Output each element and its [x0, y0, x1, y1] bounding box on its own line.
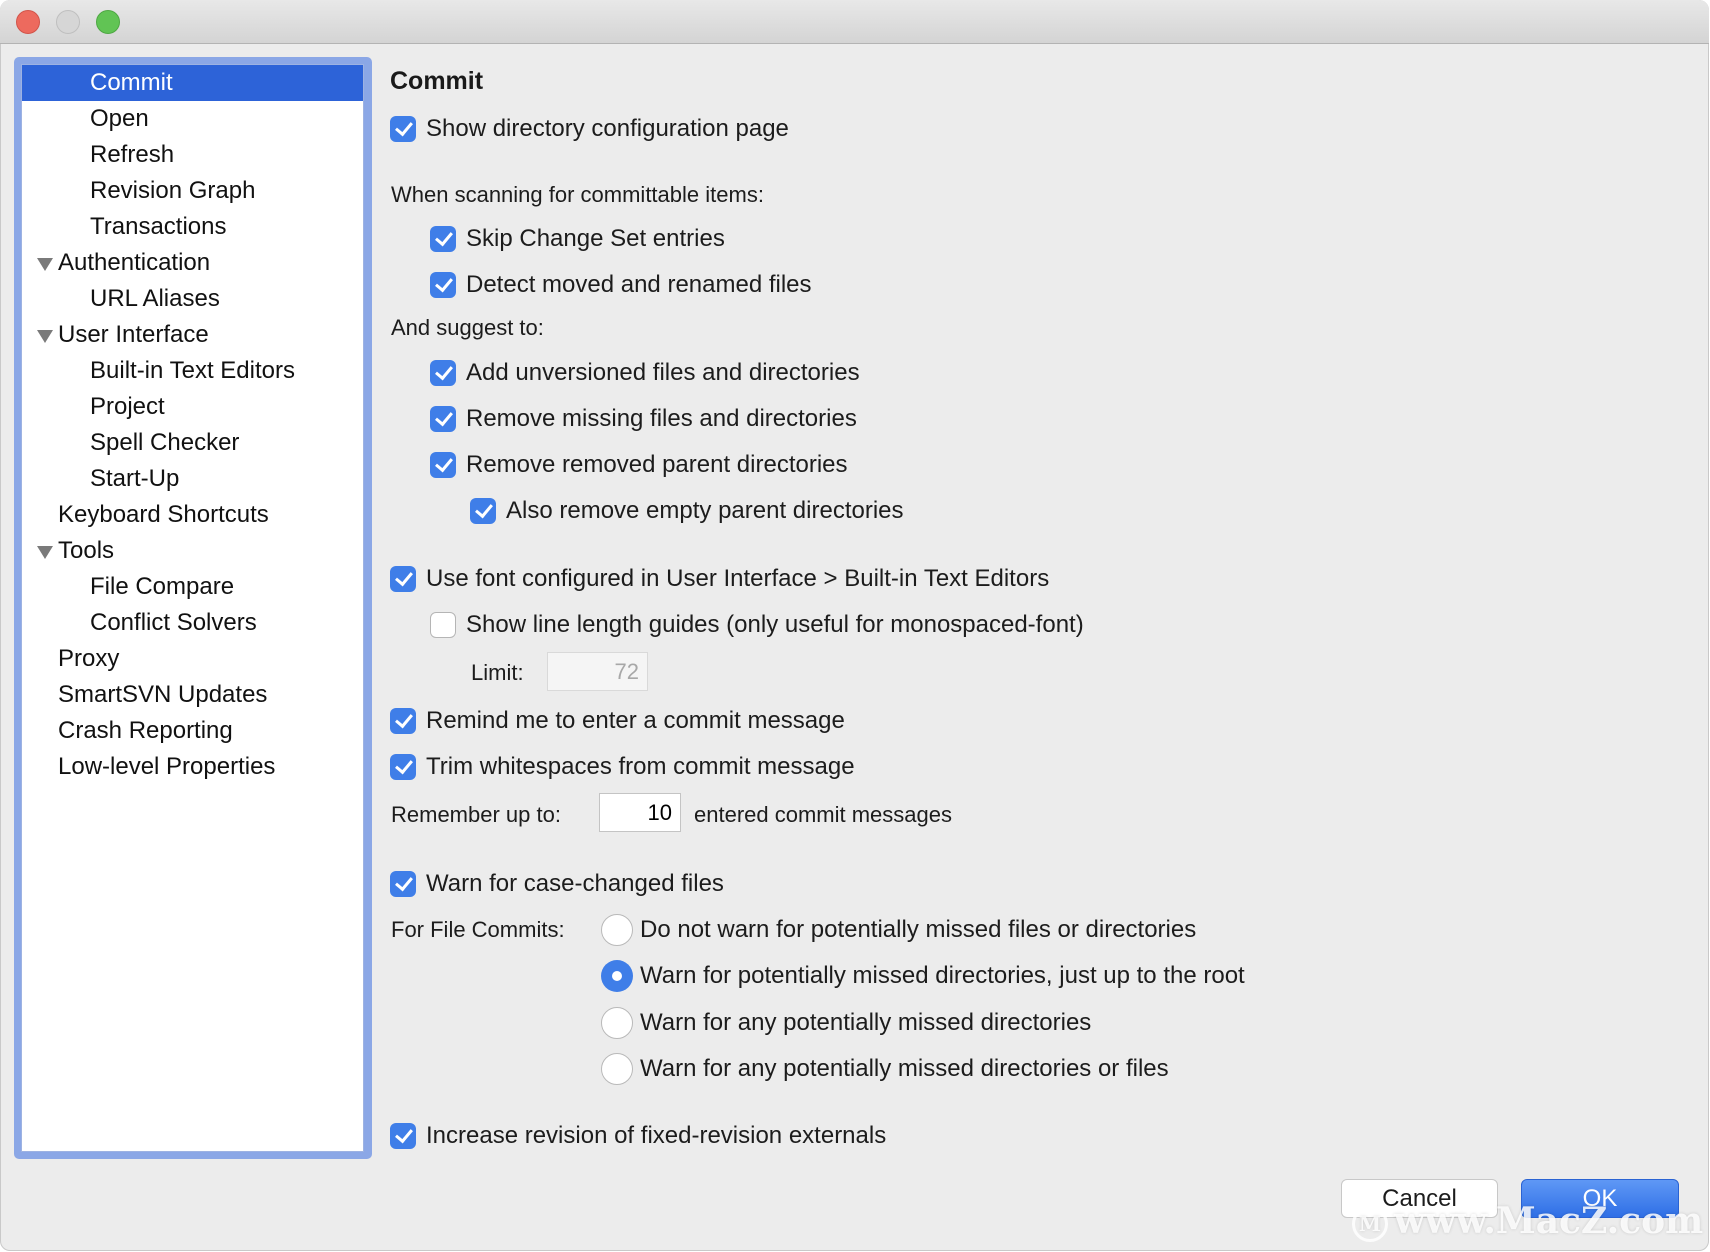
checkbox-label: Remove removed parent directories [466, 451, 848, 478]
checkbox-label: Trim whitespaces from commit message [426, 753, 855, 780]
checkbox-icon[interactable] [430, 272, 456, 298]
checkbox-label: Increase revision of fixed-revision exte… [426, 1122, 887, 1149]
checkbox-icon[interactable] [390, 116, 416, 142]
commit-settings-panel: Commit Show directory configuration page… [0, 0, 1709, 1251]
checkbox-label: Show line length guides (only useful for… [466, 611, 1084, 638]
checkbox-label: Also remove empty parent directories [506, 497, 904, 524]
radio-icon[interactable] [601, 1007, 633, 1039]
checkbox-label: Detect moved and renamed files [466, 271, 812, 298]
preferences-window: Commit Open Refresh Revision Graph Transacti… [0, 0, 1709, 1251]
radio-label: Warn for potentially missed directories,… [640, 962, 1245, 989]
radio-icon[interactable] [601, 1053, 633, 1085]
checkbox-label: Show directory configuration page [426, 115, 789, 142]
checkbox-icon[interactable] [390, 871, 416, 897]
checkbox-label: Add unversioned files and directories [466, 359, 860, 386]
remember-label: Remember up to: [391, 802, 561, 827]
radio-label: Do not warn for potentially missed files… [640, 916, 1197, 943]
suggest-label: And suggest to: [391, 315, 544, 340]
checkbox-icon[interactable] [390, 708, 416, 734]
checkbox-label: Remind me to enter a commit message [426, 707, 845, 734]
checkbox-icon[interactable] [390, 566, 416, 592]
checkbox-icon[interactable] [390, 1123, 416, 1149]
checkbox-icon[interactable] [470, 498, 496, 524]
checkbox-icon[interactable] [430, 452, 456, 478]
page-title: Commit [390, 67, 484, 95]
checkbox-icon[interactable] [430, 612, 456, 638]
checkbox-icon[interactable] [430, 406, 456, 432]
radio-label: Warn for any potentially missed director… [640, 1009, 1092, 1036]
checkbox-label: Remove missing files and directories [466, 405, 857, 432]
scanning-label: When scanning for committable items: [391, 182, 764, 207]
limit-label: Limit: [471, 660, 524, 685]
radio-label: Warn for any potentially missed director… [640, 1055, 1169, 1082]
radio-icon[interactable] [601, 914, 633, 946]
checkbox-icon[interactable] [430, 226, 456, 252]
checkbox-label: Skip Change Set entries [466, 225, 725, 252]
limit-input [547, 652, 648, 691]
remember-count-input[interactable] [599, 793, 681, 832]
checkbox-label: Warn for case-changed files [426, 870, 724, 897]
ok-button[interactable]: OK [1521, 1179, 1679, 1218]
remember-suffix-label: entered commit messages [694, 802, 952, 827]
checkbox-label: Use font configured in User Interface > … [426, 565, 1050, 592]
file-commits-label: For File Commits: [391, 917, 565, 942]
radio-icon[interactable] [601, 960, 633, 992]
checkbox-icon[interactable] [390, 754, 416, 780]
cancel-button[interactable]: Cancel [1341, 1179, 1498, 1218]
checkbox-icon[interactable] [430, 360, 456, 386]
